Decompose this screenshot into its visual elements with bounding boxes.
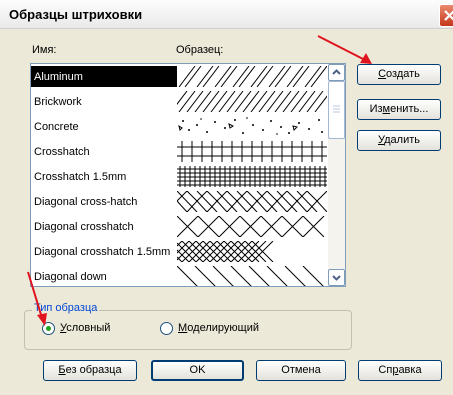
annotation-arrow-to-create [317, 35, 372, 64]
annotation-arrow-to-radio [27, 271, 47, 326]
annotation-arrows [27, 35, 372, 326]
